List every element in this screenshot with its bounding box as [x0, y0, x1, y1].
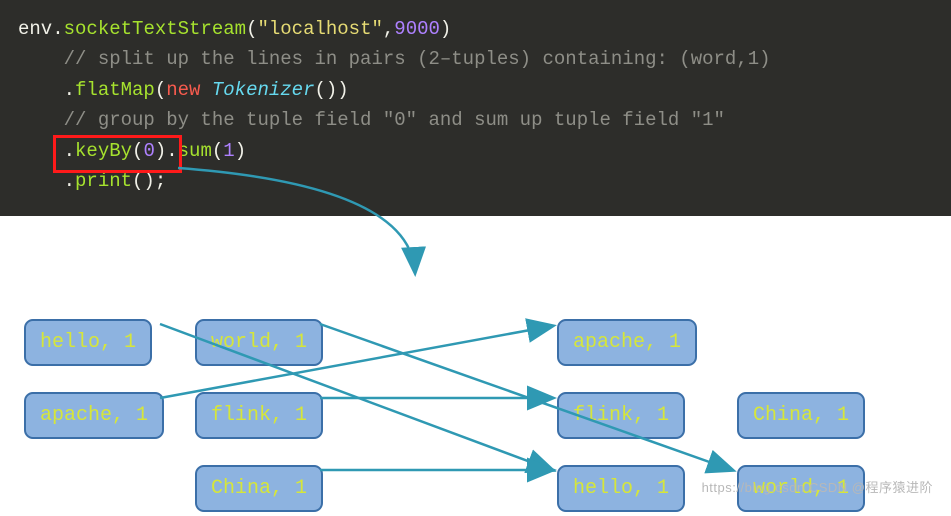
box-china-left: China, 1 — [195, 465, 323, 512]
string-localhost: "localhost" — [257, 18, 382, 40]
keyword-new: new — [166, 79, 200, 101]
box-apache-right: apache, 1 — [557, 319, 697, 366]
box-flink-left: flink, 1 — [195, 392, 323, 439]
comment-line: // group by the tuple field "0" and sum … — [64, 109, 725, 131]
code-line-2: // split up the lines in pairs (2–tuples… — [18, 44, 933, 74]
code-var: env — [18, 18, 52, 40]
number-one: 1 — [223, 140, 234, 162]
box-flink-right: flink, 1 — [557, 392, 685, 439]
code-line-3: .flatMap(new Tokenizer()) — [18, 75, 933, 105]
box-china-right: China, 1 — [737, 392, 865, 439]
code-block: env.socketTextStream("localhost",9000) /… — [0, 0, 951, 216]
method-print: print — [75, 170, 132, 192]
method-socketTextStream: socketTextStream — [64, 18, 246, 40]
comment-line: // split up the lines in pairs (2–tuples… — [64, 48, 771, 70]
watermark: https://blog.csdn CSDN @程序猿进阶 — [702, 477, 933, 496]
number-port: 9000 — [394, 18, 440, 40]
code-line-4: // group by the tuple field "0" and sum … — [18, 105, 933, 135]
box-hello-right: hello, 1 — [557, 465, 685, 512]
number-zero: 0 — [143, 140, 154, 162]
code-line-6: .print(); — [18, 166, 933, 196]
code-line-1: env.socketTextStream("localhost",9000) — [18, 14, 933, 44]
type-tokenizer: Tokenizer — [200, 79, 314, 101]
box-apache-left: apache, 1 — [24, 392, 164, 439]
method-keyBy: keyBy — [75, 140, 132, 162]
box-world-left: world, 1 — [195, 319, 323, 366]
method-flatMap: flatMap — [75, 79, 155, 101]
code-line-5: .keyBy(0).sum(1) — [18, 136, 933, 166]
box-hello-left: hello, 1 — [24, 319, 152, 366]
diagram-area: hello, 1 world, 1 apache, 1 flink, 1 Chi… — [0, 216, 951, 516]
method-sum: sum — [178, 140, 212, 162]
